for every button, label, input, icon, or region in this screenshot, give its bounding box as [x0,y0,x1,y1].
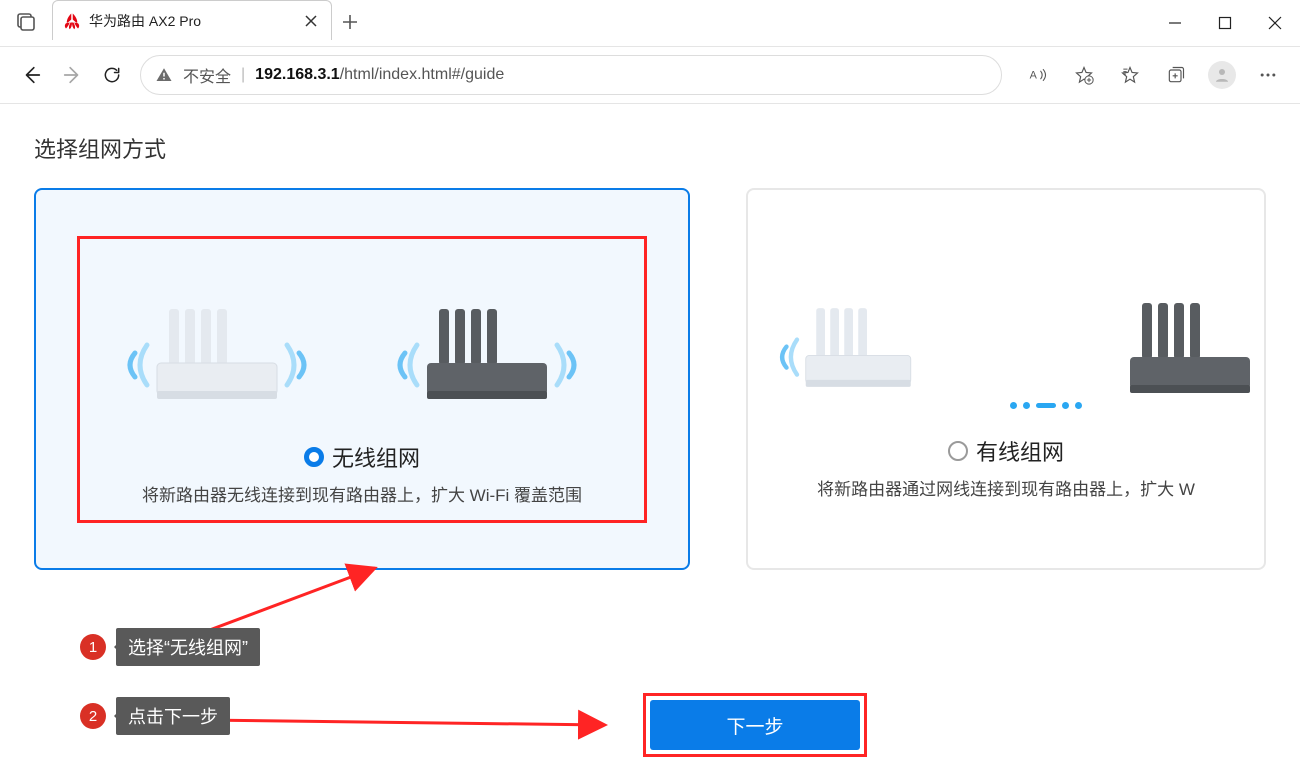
wired-connection-icon [1010,402,1082,409]
huawei-favicon [63,12,81,30]
option-card-wireless[interactable]: 无线组网 将新路由器无线连接到现有路由器上，扩大 Wi-Fi 覆盖范围 [34,188,690,570]
collections-icon[interactable] [1156,55,1196,95]
favorites-icon[interactable] [1110,55,1150,95]
tutorial-highlight-next: 下一步 [643,693,867,757]
security-label: 不安全 [183,63,231,87]
not-secure-icon [155,66,173,84]
tutorial-callout-1: 1 选择“无线组网” [80,628,260,666]
profile-avatar[interactable] [1202,55,1242,95]
back-button[interactable] [12,55,52,95]
page-title: 选择组网方式 [34,132,1266,164]
tutorial-callout-2: 2 点击下一步 [80,697,230,735]
callout-number: 1 [80,634,106,660]
option-wireless-title: 无线组网 [332,441,420,473]
option-wireless-desc: 将新路由器无线连接到现有路由器上，扩大 Wi-Fi 覆盖范围 [142,481,582,506]
callout-number: 2 [80,703,106,729]
option-wired-title: 有线组网 [976,435,1064,467]
window-controls [1150,0,1300,46]
forward-button [52,55,92,95]
browser-titlebar: 华为路由 AX2 Pro [0,0,1300,47]
read-aloud-icon[interactable]: A [1018,55,1058,95]
wired-network-illustration [762,259,1250,409]
option-card-wired[interactable]: 有线组网 将新路由器通过网线连接到现有路由器上，扩大 W [746,188,1266,570]
favorite-add-icon[interactable] [1064,55,1104,95]
tutorial-highlight-box: 无线组网 将新路由器无线连接到现有路由器上，扩大 Wi-Fi 覆盖范围 [77,236,647,523]
tab-close-icon[interactable] [301,11,321,31]
callout-text: 选择“无线组网” [116,628,260,666]
window-minimize-button[interactable] [1150,3,1200,43]
wireless-network-illustration [107,265,617,415]
new-tab-button[interactable] [332,4,368,40]
more-menu-icon[interactable] [1248,55,1288,95]
window-close-button[interactable] [1250,3,1300,43]
refresh-button[interactable] [92,55,132,95]
router-setup-page: 选择组网方式 [0,104,1300,570]
window-maximize-button[interactable] [1200,3,1250,43]
next-button[interactable]: 下一步 [650,700,860,750]
tutorial-arrow-2 [195,702,625,742]
browser-tab-active[interactable]: 华为路由 AX2 Pro [52,0,332,40]
browser-toolbar: 不安全 | 192.168.3.1/html/index.html#/guide… [0,47,1300,104]
tab-title: 华为路由 AX2 Pro [89,11,301,31]
radio-wireless[interactable] [304,447,324,467]
callout-text: 点击下一步 [116,697,230,735]
option-wired-desc: 将新路由器通过网线连接到现有路由器上，扩大 W [817,475,1195,500]
radio-wired[interactable] [948,441,968,461]
tab-overview-icon[interactable] [8,4,44,40]
address-url: 192.168.3.1/html/index.html#/guide [255,66,987,84]
svg-text:A: A [1030,69,1038,81]
address-bar[interactable]: 不安全 | 192.168.3.1/html/index.html#/guide [140,55,1002,95]
